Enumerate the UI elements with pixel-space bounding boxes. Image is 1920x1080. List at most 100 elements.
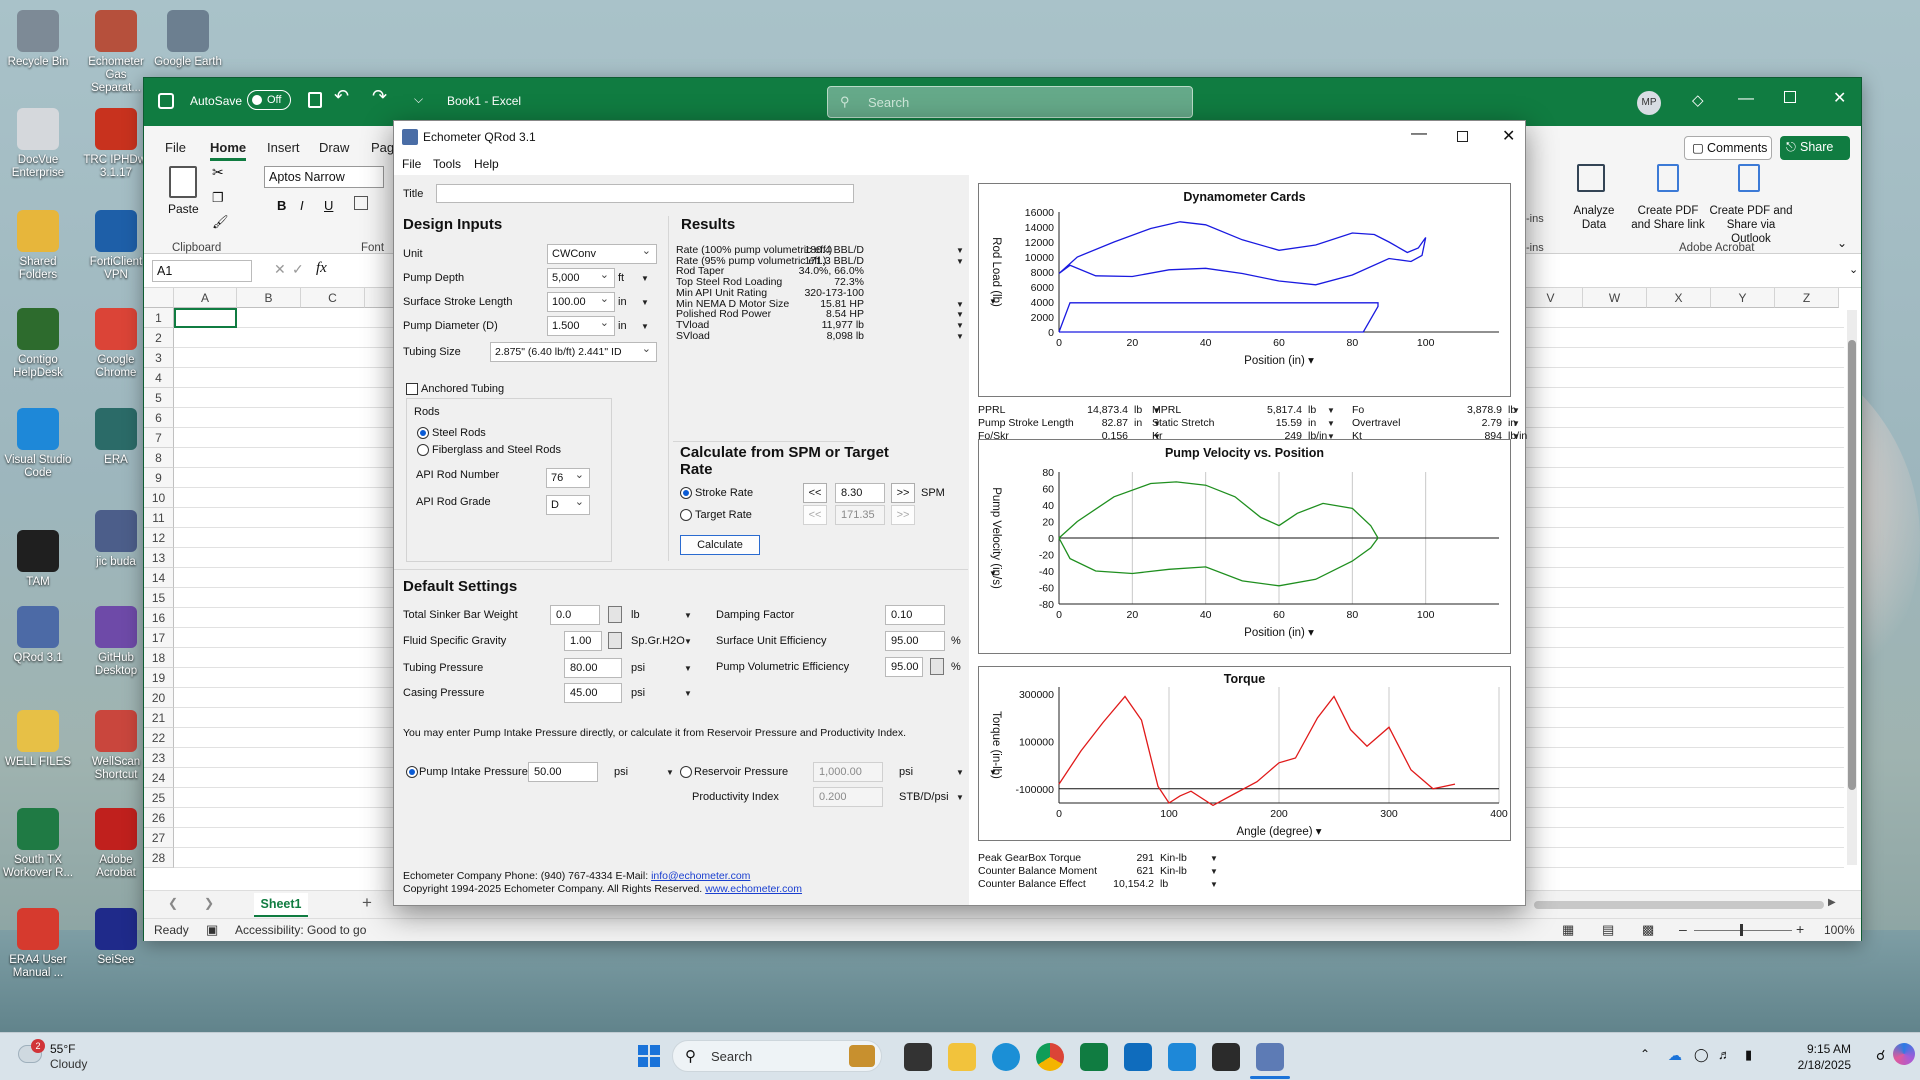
clock-date[interactable]: 2/18/2025 xyxy=(1781,1058,1851,1072)
start-button[interactable] xyxy=(638,1045,660,1067)
result-unit-dropdown-icon[interactable]: ▼ xyxy=(956,332,964,341)
maximize-button[interactable] xyxy=(1784,91,1796,103)
volume-icon[interactable]: ♬ xyxy=(1718,1047,1731,1062)
desktop-icon[interactable]: DocVue Enterprise xyxy=(2,108,74,180)
casing-pressure-unit[interactable]: psi xyxy=(631,687,645,699)
user-avatar[interactable]: MP xyxy=(1637,91,1661,115)
taskbar-search[interactable]: ⚲ Search xyxy=(672,1040,882,1072)
quick-access-more-icon[interactable]: ⌵ xyxy=(414,92,423,107)
outlook-icon[interactable] xyxy=(1124,1043,1152,1071)
pump-diameter-unit-dropdown-icon[interactable]: ▼ xyxy=(641,322,649,331)
macro-record-icon[interactable]: ▣ xyxy=(206,922,218,938)
calculate-button[interactable]: Calculate xyxy=(680,535,760,555)
search-box[interactable]: ⚲ Search xyxy=(827,86,1193,118)
row-header[interactable]: 25 xyxy=(144,788,174,808)
italic-button[interactable]: I xyxy=(300,198,304,213)
reservoir-pressure-radio[interactable] xyxy=(680,766,692,778)
task-view-icon[interactable] xyxy=(904,1043,932,1071)
stat-unit-dropdown-icon[interactable]: ▼ xyxy=(1512,406,1520,415)
row-header[interactable]: 14 xyxy=(144,568,174,588)
format-painter-icon[interactable]: 🖌 xyxy=(212,214,229,230)
pip-unit-dropdown-icon[interactable]: ▼ xyxy=(666,768,674,777)
weather-temp[interactable]: 55°F xyxy=(50,1042,75,1056)
pump-intake-pressure-radio[interactable] xyxy=(406,766,418,778)
horizontal-scrollbar[interactable] xyxy=(1534,901,1824,909)
excel-taskbar-icon[interactable] xyxy=(1080,1043,1108,1071)
pump-intake-pressure-input[interactable]: 50.00 xyxy=(528,762,598,782)
pump-intake-pressure-label[interactable]: Pump Intake Pressure xyxy=(419,766,528,778)
comments-button[interactable]: ▢ Comments xyxy=(1684,136,1772,160)
font-name-select[interactable]: Aptos Narrow xyxy=(264,166,384,188)
column-header[interactable]: X xyxy=(1647,288,1711,308)
stroke-length-unit-dropdown-icon[interactable]: ▼ xyxy=(641,298,649,307)
qrod-taskbar-icon[interactable] xyxy=(1256,1043,1284,1071)
sinker-bar-input[interactable]: 0.0 xyxy=(550,605,600,625)
result-unit-dropdown-icon[interactable]: ▼ xyxy=(956,246,964,255)
reservoir-unit-dropdown-icon[interactable]: ▼ xyxy=(956,768,964,777)
desktop-icon[interactable]: TAM xyxy=(2,530,74,589)
minimize-button[interactable]: — xyxy=(1738,90,1754,108)
target-rate-label[interactable]: Target Rate xyxy=(695,509,752,521)
save-icon[interactable] xyxy=(308,92,322,108)
unit-select[interactable]: CWConv xyxy=(547,244,657,264)
pump-intake-pressure-unit[interactable]: psi xyxy=(614,766,628,778)
menu-help[interactable]: Help xyxy=(474,157,499,171)
pump-efficiency-input[interactable]: 95.00 xyxy=(885,657,923,677)
onedrive-icon[interactable]: ☁ xyxy=(1668,1047,1682,1064)
row-header[interactable]: 7 xyxy=(144,428,174,448)
tab-home[interactable]: Home xyxy=(210,140,247,161)
vertical-scrollbar[interactable] xyxy=(1847,310,1857,865)
sinker-unit-dropdown-icon[interactable]: ▼ xyxy=(684,611,692,620)
result-unit-dropdown-icon[interactable]: ▼ xyxy=(956,310,964,319)
stat-unit-dropdown-icon[interactable]: ▼ xyxy=(1512,432,1520,441)
productivity-index-input[interactable]: 0.200 xyxy=(813,787,883,807)
anchored-tubing-checkbox[interactable] xyxy=(406,383,418,395)
reservoir-pressure-label[interactable]: Reservoir Pressure xyxy=(694,766,788,778)
underline-button[interactable]: U xyxy=(324,198,333,213)
pi-unit-dropdown-icon[interactable]: ▼ xyxy=(956,793,964,802)
row-header[interactable]: 21 xyxy=(144,708,174,728)
row-header[interactable]: 9 xyxy=(144,468,174,488)
anchored-tubing-label[interactable]: Anchored Tubing xyxy=(421,383,504,395)
column-header[interactable]: Z xyxy=(1775,288,1839,308)
autosave-toggle[interactable]: Off xyxy=(247,90,291,110)
casing-pressure-input[interactable]: 45.00 xyxy=(564,683,622,703)
row-header[interactable]: 1 xyxy=(144,308,174,328)
row-header[interactable]: 15 xyxy=(144,588,174,608)
sheet-tab[interactable]: Sheet1 xyxy=(254,893,308,917)
formula-expand-icon[interactable]: ⌄ xyxy=(1849,263,1858,276)
column-header[interactable]: A xyxy=(174,288,237,308)
row-header[interactable]: 3 xyxy=(144,348,174,368)
analyze-data-button[interactable]: Analyze Data xyxy=(1569,204,1619,232)
row-header[interactable]: 22 xyxy=(144,728,174,748)
target-rate-increase-button[interactable]: >> xyxy=(891,505,915,525)
column-header[interactable]: Y xyxy=(1711,288,1775,308)
steel-rods-radio[interactable] xyxy=(417,427,429,439)
api-rod-grade-select[interactable]: D xyxy=(546,495,590,515)
diamond-icon[interactable]: ◇ xyxy=(1692,91,1704,109)
torque-unit-dropdown-icon[interactable]: ▼ xyxy=(1210,854,1218,863)
stat-unit-dropdown-icon[interactable]: ▼ xyxy=(1327,419,1335,428)
row-header[interactable]: 4 xyxy=(144,368,174,388)
row-header[interactable]: 28 xyxy=(144,848,174,868)
file-explorer-icon[interactable] xyxy=(948,1043,976,1071)
terminal-icon[interactable] xyxy=(1212,1043,1240,1071)
row-header[interactable]: 12 xyxy=(144,528,174,548)
sinker-bar-unit[interactable]: lb xyxy=(631,609,640,621)
network-icon[interactable]: ◯ xyxy=(1694,1047,1709,1063)
stat-unit-dropdown-icon[interactable]: ▼ xyxy=(1512,419,1520,428)
email-link[interactable]: info@echometer.com xyxy=(651,870,750,882)
row-header[interactable]: 27 xyxy=(144,828,174,848)
row-header[interactable]: 13 xyxy=(144,548,174,568)
row-header[interactable]: 18 xyxy=(144,648,174,668)
row-header[interactable]: 20 xyxy=(144,688,174,708)
desktop-icon[interactable]: Adobe Acrobat xyxy=(80,808,152,880)
reservoir-pressure-input[interactable]: 1,000.00 xyxy=(813,762,883,782)
ribbon-collapse-icon[interactable]: ⌄ xyxy=(1837,236,1847,250)
confirm-entry-icon[interactable]: ✓ xyxy=(292,261,304,278)
desktop-icon[interactable]: QRod 3.1 xyxy=(2,606,74,665)
page-layout-view-icon[interactable]: ▤ xyxy=(1602,922,1614,938)
desktop-icon[interactable]: WellScan Shortcut xyxy=(80,710,152,782)
column-header[interactable]: V xyxy=(1519,288,1583,308)
add-sheet-button[interactable]: + xyxy=(362,893,372,913)
